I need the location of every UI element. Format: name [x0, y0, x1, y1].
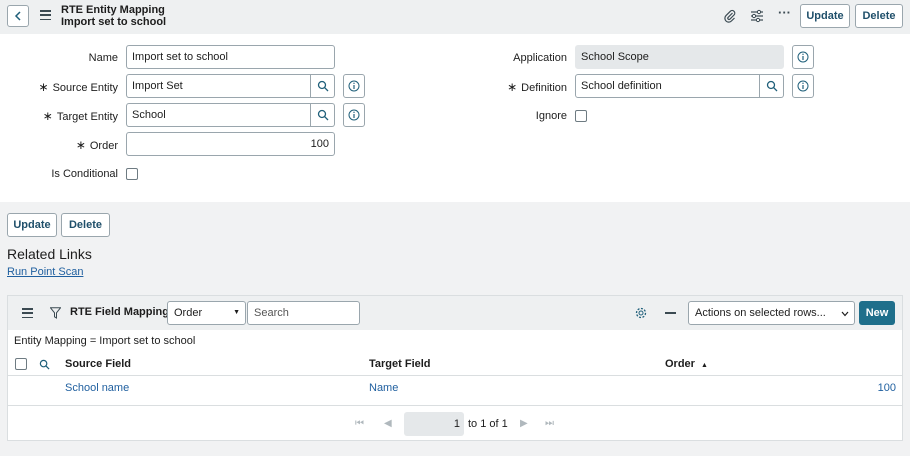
- ignore-checkbox[interactable]: [575, 110, 587, 122]
- collapse-list-icon[interactable]: [665, 312, 676, 314]
- definition-lookup-button[interactable]: [760, 74, 784, 98]
- row-divider: [8, 405, 902, 406]
- application-label: Application: [513, 52, 567, 64]
- personalize-form-icon[interactable]: [750, 9, 764, 26]
- record-type-title: RTE Entity Mapping: [61, 4, 165, 16]
- target-entity-label: ∗ Target Entity: [42, 109, 118, 123]
- source-entity-label: ∗ Source Entity: [38, 80, 118, 94]
- form-context-menu-icon[interactable]: [40, 10, 51, 20]
- order-cell[interactable]: 100: [858, 382, 896, 394]
- required-indicator: ∗: [75, 138, 86, 152]
- header-delete-button[interactable]: Delete: [855, 4, 903, 28]
- search-icon: [317, 109, 328, 121]
- record-display-name: Import set to school: [61, 16, 167, 28]
- order-label: ∗ Order: [75, 138, 118, 152]
- source-entity-lookup-button[interactable]: [311, 74, 335, 98]
- info-icon: [348, 109, 360, 121]
- first-page-icon[interactable]: ⏮: [355, 418, 364, 429]
- new-button[interactable]: New: [859, 301, 895, 325]
- column-header-target-field[interactable]: Target Field: [369, 358, 431, 370]
- source-entity-field[interactable]: Import Set: [126, 74, 311, 98]
- search-icon[interactable]: [39, 359, 50, 370]
- list-context-menu-icon[interactable]: [22, 308, 33, 318]
- info-icon: [797, 51, 809, 63]
- related-list: RTE Field Mappings Order ▼ Search Action…: [7, 295, 903, 441]
- column-header-order[interactable]: Order ▲: [665, 358, 708, 370]
- column-header-source-field[interactable]: Source Field: [65, 358, 131, 370]
- required-indicator: ∗: [42, 109, 53, 123]
- name-label: Name: [88, 52, 118, 64]
- is-conditional-label: Is Conditional: [51, 168, 118, 180]
- header-update-button[interactable]: Update: [800, 4, 850, 28]
- select-all-checkbox[interactable]: [15, 358, 27, 370]
- required-indicator: ∗: [38, 80, 49, 94]
- attachment-icon[interactable]: [723, 9, 737, 26]
- target-entity-info-button[interactable]: [343, 103, 365, 127]
- last-page-icon[interactable]: ⏭: [545, 418, 554, 429]
- more-options-icon[interactable]: ···: [778, 6, 791, 20]
- order-field[interactable]: 100: [126, 132, 335, 156]
- target-entity-field[interactable]: School: [126, 103, 311, 127]
- is-conditional-checkbox[interactable]: [126, 168, 138, 180]
- search-icon: [766, 80, 777, 92]
- form-body: Name Import set to school ∗ Source Entity…: [0, 34, 910, 202]
- ignore-label: Ignore: [535, 110, 567, 122]
- filter-icon[interactable]: [50, 307, 61, 319]
- source-entity-info-button[interactable]: [343, 74, 365, 98]
- gear-icon[interactable]: [635, 307, 647, 319]
- related-list-title: RTE Field Mappings: [70, 306, 176, 318]
- form-delete-button[interactable]: Delete: [61, 213, 110, 237]
- filter-breadcrumb[interactable]: Entity Mapping = Import set to school: [8, 330, 902, 352]
- name-field[interactable]: Import set to school: [126, 45, 335, 69]
- required-indicator: ∗: [507, 80, 518, 94]
- search-icon: [317, 80, 328, 92]
- related-list-toolbar: RTE Field Mappings Order ▼ Search Action…: [8, 296, 902, 330]
- info-icon: [348, 80, 360, 92]
- chevron-left-icon: [14, 11, 21, 21]
- target-entity-lookup-button[interactable]: [311, 103, 335, 127]
- chevron-down-icon: [841, 311, 849, 317]
- form-header: RTE Entity Mapping Import set to school …: [0, 0, 910, 34]
- definition-info-button[interactable]: [792, 74, 814, 98]
- info-icon: [797, 80, 809, 92]
- run-point-scan-link[interactable]: Run Point Scan: [7, 266, 83, 278]
- back-button[interactable]: [7, 5, 29, 27]
- definition-field[interactable]: School definition: [575, 74, 760, 98]
- source-field-cell[interactable]: School name: [65, 382, 129, 394]
- application-field: School Scope: [575, 45, 784, 69]
- sort-ascending-icon: ▲: [701, 362, 708, 369]
- page-title: RTE Entity Mapping Import set to school: [61, 4, 166, 28]
- search-field-select[interactable]: Order ▼: [167, 301, 246, 325]
- application-info-button[interactable]: [792, 45, 814, 69]
- next-page-icon[interactable]: ▶: [520, 418, 528, 429]
- header-divider: [8, 375, 902, 376]
- caret-down-icon: ▼: [233, 309, 240, 316]
- actions-select[interactable]: Actions on selected rows...: [688, 301, 855, 325]
- definition-label: ∗ Definition: [507, 80, 567, 94]
- list-search-input[interactable]: Search: [247, 301, 360, 325]
- page-number-input[interactable]: 1: [404, 412, 464, 436]
- previous-page-icon[interactable]: ◀: [384, 418, 392, 429]
- pagination-summary: to 1 of 1: [468, 418, 508, 430]
- related-links-title: Related Links: [7, 246, 92, 262]
- form-update-button[interactable]: Update: [7, 213, 57, 237]
- target-field-cell[interactable]: Name: [369, 382, 398, 394]
